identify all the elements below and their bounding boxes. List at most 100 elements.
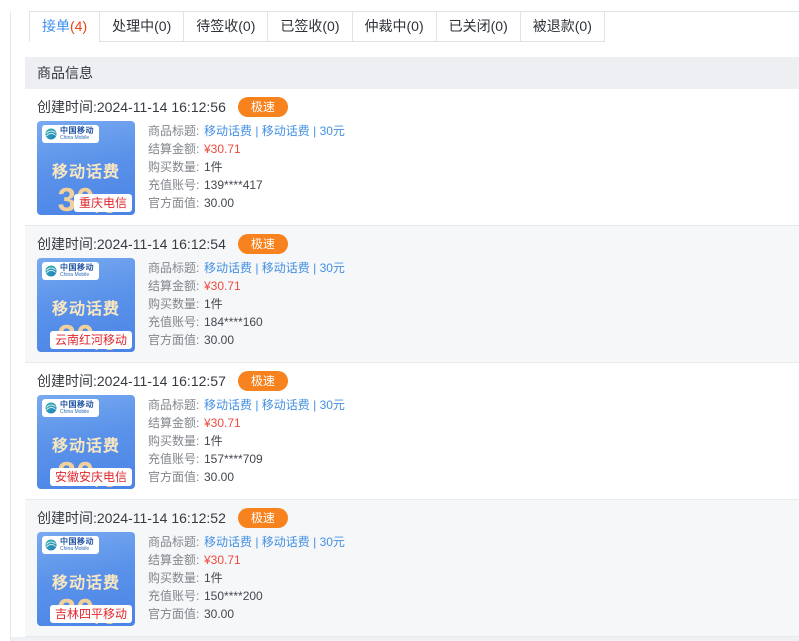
settle-amount-label: 结算金额: [148,551,204,569]
tab-processing[interactable]: 处理中(0) [99,12,183,42]
recharge-account-value: 139****417 [204,176,263,194]
china-mobile-logo-icon [45,402,57,414]
order-details: 商品标题: 移动话费 | 移动话费 | 30元 结算金额: ¥30.71 购买数… [148,121,345,215]
express-badge: 极速 [238,371,288,391]
settle-amount-value: ¥30.71 [204,551,241,569]
quantity-label: 购买数量: [148,432,204,450]
settle-amount-value: ¥30.71 [204,414,241,432]
detail-row-amount: 结算金额: ¥30.71 [148,551,345,569]
brand-name-en: China Mobile [60,410,94,415]
product-title-label: 商品标题: [148,396,204,414]
tab-label: 待签收 [196,18,238,34]
express-badge: 极速 [238,97,288,117]
face-value-label: 官方面值: [148,194,204,212]
face-value-value: 30.00 [204,331,234,349]
product-title-links[interactable]: 移动话费 | 移动话费 | 30元 [204,396,345,414]
china-mobile-logo-icon [45,128,57,140]
detail-row-account: 充值账号: 157****709 [148,450,345,468]
brand-text: 中国移动 China Mobile [60,264,94,278]
detail-row-account: 充值账号: 150****200 [148,587,345,605]
tab-label: 处理中 [112,18,154,34]
product-card[interactable]: 中国移动 China Mobile 移动话费 30元 吉林四平移动 [37,532,135,626]
sidebar-divider [10,11,11,641]
face-value-value: 30.00 [204,605,234,623]
created-time-value: 2024-11-14 16:12:54 [97,236,226,252]
product-title-label: 商品标题: [148,259,204,277]
recharge-account-value: 157****709 [204,450,263,468]
recharge-account-value: 150****200 [204,587,263,605]
quantity-value: 1件 [204,158,223,176]
product-card[interactable]: 中国移动 China Mobile 移动话费 30元 安徽安庆电信 [37,395,135,489]
product-name: 移动话费 [37,569,135,593]
tab-closed[interactable]: 已关闭(0) [436,12,520,42]
quantity-label: 购买数量: [148,158,204,176]
detail-row-face: 官方面值: 30.00 [148,468,345,486]
tab-label: 已关闭 [449,18,491,34]
order-list: 创建时间:2024-11-14 16:12:56 极速 [25,89,799,637]
product-card[interactable]: 中国移动 China Mobile 移动话费 30元 重庆电信 [37,121,135,215]
order-body: 中国移动 China Mobile 移动话费 30元 云南红河移动 商品标题: … [37,258,799,352]
tab-refunded[interactable]: 被退款(0) [520,12,605,42]
product-card[interactable]: 中国移动 China Mobile 移动话费 30元 云南红河移动 [37,258,135,352]
section-header: 商品信息 [25,57,799,89]
quantity-value: 1件 [204,569,223,587]
tab-pending-receipt[interactable]: 待签收(0) [183,12,267,42]
order-created-time: 创建时间:2024-11-14 16:12:56 极速 [37,96,799,118]
face-value-value: 30.00 [204,468,234,486]
brand-badge: 中国移动 China Mobile [42,125,99,143]
order-body: 中国移动 China Mobile 移动话费 30元 重庆电信 商品标题: 移动… [37,121,799,215]
product-name: 移动话费 [37,432,135,456]
tab-received[interactable]: 已签收(0) [267,12,351,42]
quantity-label: 购买数量: [148,569,204,587]
brand-name-en: China Mobile [60,273,94,278]
recharge-account-label: 充值账号: [148,450,204,468]
detail-row-title: 商品标题: 移动话费 | 移动话费 | 30元 [148,259,345,277]
brand-name-cn: 中国移动 [60,127,94,135]
detail-row-account: 充值账号: 184****160 [148,313,345,331]
detail-row-title: 商品标题: 移动话费 | 移动话费 | 30元 [148,122,345,140]
detail-row-amount: 结算金额: ¥30.71 [148,414,345,432]
order-created-time: 创建时间:2024-11-14 16:12:57 极速 [37,370,799,392]
china-mobile-logo-icon [45,539,57,551]
recharge-account-label: 充值账号: [148,176,204,194]
tab-count: (0) [238,18,255,34]
created-time-label: 创建时间: [37,371,97,391]
region-tag: 重庆电信 [74,194,132,212]
brand-name-cn: 中国移动 [60,538,94,546]
tab-label: 已签收 [280,18,322,34]
order-created-time: 创建时间:2024-11-14 16:12:52 极速 [37,507,799,529]
order-row: 创建时间:2024-11-14 16:12:56 极速 [25,89,799,226]
tab-count: (0) [154,18,171,34]
brand-name-en: China Mobile [60,136,94,141]
tab-receiving[interactable]: 接单(4) [29,12,99,42]
recharge-account-label: 充值账号: [148,313,204,331]
face-value-label: 官方面值: [148,331,204,349]
detail-row-title: 商品标题: 移动话费 | 移动话费 | 30元 [148,533,345,551]
order-created-time: 创建时间:2024-11-14 16:12:54 极速 [37,233,799,255]
created-time-label: 创建时间: [37,234,97,254]
order-row: 创建时间:2024-11-14 16:12:54 极速 [25,226,799,363]
brand-text: 中国移动 China Mobile [60,538,94,552]
bottom-strip [11,637,799,641]
order-body: 中国移动 China Mobile 移动话费 30元 安徽安庆电信 商品标题: … [37,395,799,489]
detail-row-face: 官方面值: 30.00 [148,194,345,212]
tab-label: 仲裁中 [365,18,407,34]
product-title-links[interactable]: 移动话费 | 移动话费 | 30元 [204,533,345,551]
detail-row-qty: 购买数量: 1件 [148,295,345,313]
product-name: 移动话费 [37,295,135,319]
created-time-label: 创建时间: [37,97,97,117]
tab-count: (0) [491,18,508,34]
detail-row-face: 官方面值: 30.00 [148,605,345,623]
detail-row-amount: 结算金额: ¥30.71 [148,140,345,158]
face-value-label: 官方面值: [148,605,204,623]
tab-count: (0) [407,18,424,34]
order-row: 创建时间:2024-11-14 16:12:57 极速 [25,363,799,500]
brand-text: 中国移动 China Mobile [60,401,94,415]
product-title-links[interactable]: 移动话费 | 移动话费 | 30元 [204,122,345,140]
region-tag: 吉林四平移动 [50,605,132,623]
order-management-page: 接单(4)处理中(0)待签收(0)已签收(0)仲裁中(0)已关闭(0)被退款(0… [11,11,799,637]
product-title-links[interactable]: 移动话费 | 移动话费 | 30元 [204,259,345,277]
tab-arbitration[interactable]: 仲裁中(0) [352,12,436,42]
quantity-value: 1件 [204,295,223,313]
brand-badge: 中国移动 China Mobile [42,536,99,554]
